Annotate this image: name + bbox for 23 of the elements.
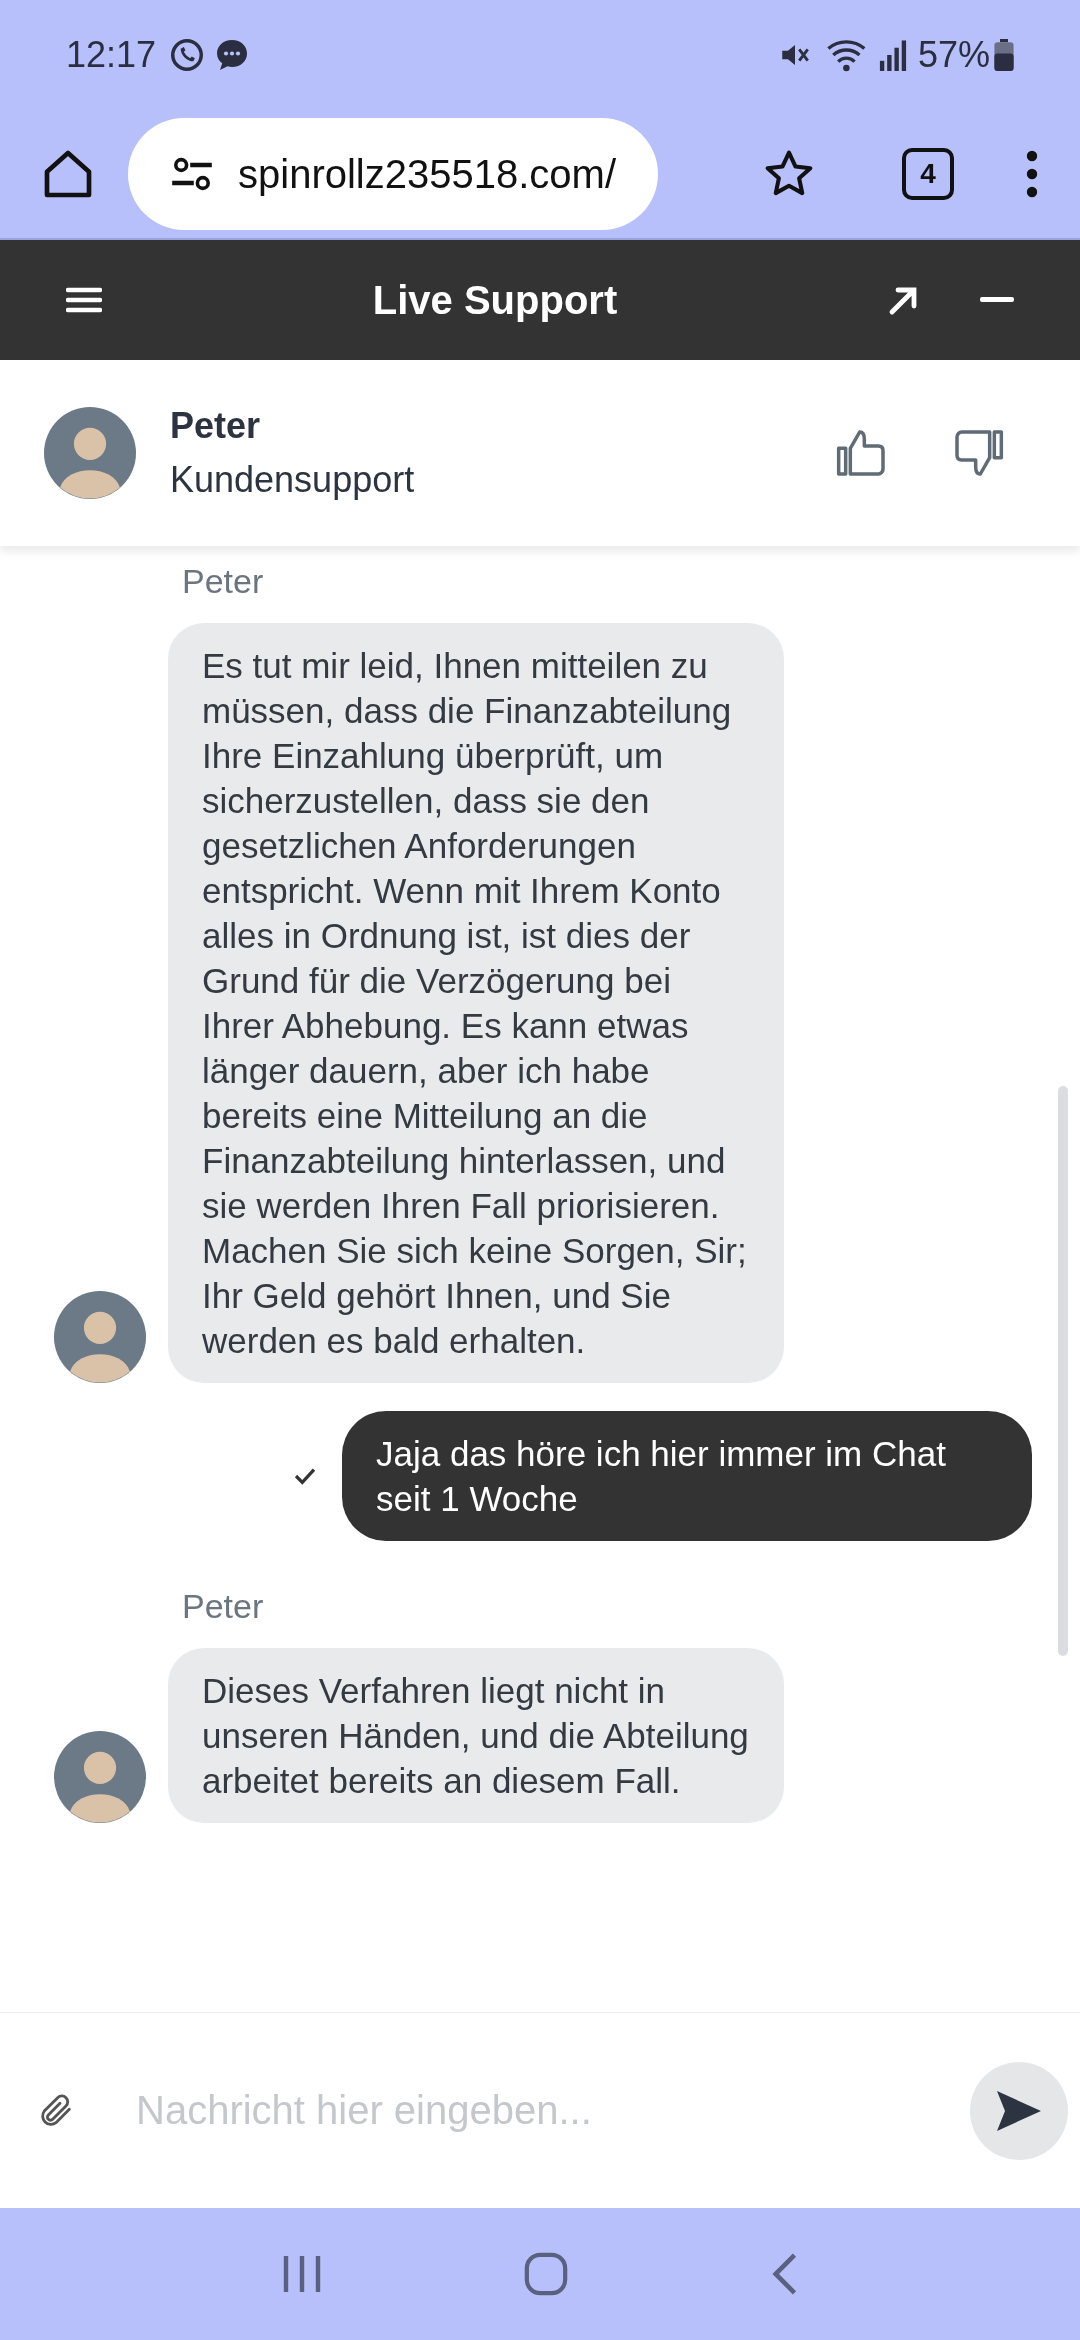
- signal-icon: [877, 39, 908, 71]
- address-bar[interactable]: spinrollz235518.com/: [128, 118, 658, 230]
- minimize-icon[interactable]: [980, 297, 1014, 303]
- menu-icon[interactable]: [1024, 149, 1040, 199]
- agent-message-bubble: Dieses Verfahren liegt nicht in unseren Händen, und die Abteilung arbeitet bereits an diesem Fall.: [168, 1648, 784, 1823]
- url-text: spinrollz235518.com/: [238, 151, 616, 198]
- agent-role: Kundensupport: [170, 458, 415, 502]
- send-icon: [995, 2088, 1043, 2133]
- scrollbar[interactable]: [1058, 1086, 1068, 1656]
- chat-title: Live Support: [372, 277, 618, 324]
- sender-name: Peter: [182, 1587, 264, 1625]
- home-icon[interactable]: [523, 2251, 569, 2297]
- user-message-bubble: Jaja das höre ich hier immer im Chat seit 1 Woche: [342, 1411, 1032, 1541]
- agent-message-bubble: Es tut mir leid, Ihnen mitteilen zu müssen, dass die Finanzabteilung Ihre Einzahlung überprüft, um sicherzustellen, dass sie den gesetzlichen Anforderungen entspricht. Wenn mit Ihrem Konto alles in Ordnung ist, ist dies der Grund für die Verzögerung bei Ihrer Abhebung. Es kann etwas länger dauern, aber ich habe bereits eine Mitteilung an die Finanzabteilung hinterlassen, und sie werden Ihren Fall priorisieren. Machen Sie sich keine Sorgen, Sir; Ihr Geld gehört Ihnen, und Sie werden es bald erhalten.: [168, 623, 784, 1383]
- battery-icon: [994, 39, 1014, 71]
- sender-name: Peter: [182, 562, 264, 600]
- agent-name: Peter: [170, 404, 262, 448]
- tab-count-button[interactable]: 4: [902, 148, 954, 200]
- message-input[interactable]: Nachricht hier eingeben...: [136, 2070, 970, 2151]
- site-settings-icon[interactable]: [170, 156, 214, 192]
- menu-icon[interactable]: [66, 286, 102, 314]
- battery-percent: 57%: [917, 33, 990, 77]
- status-time: 12:17: [66, 33, 157, 77]
